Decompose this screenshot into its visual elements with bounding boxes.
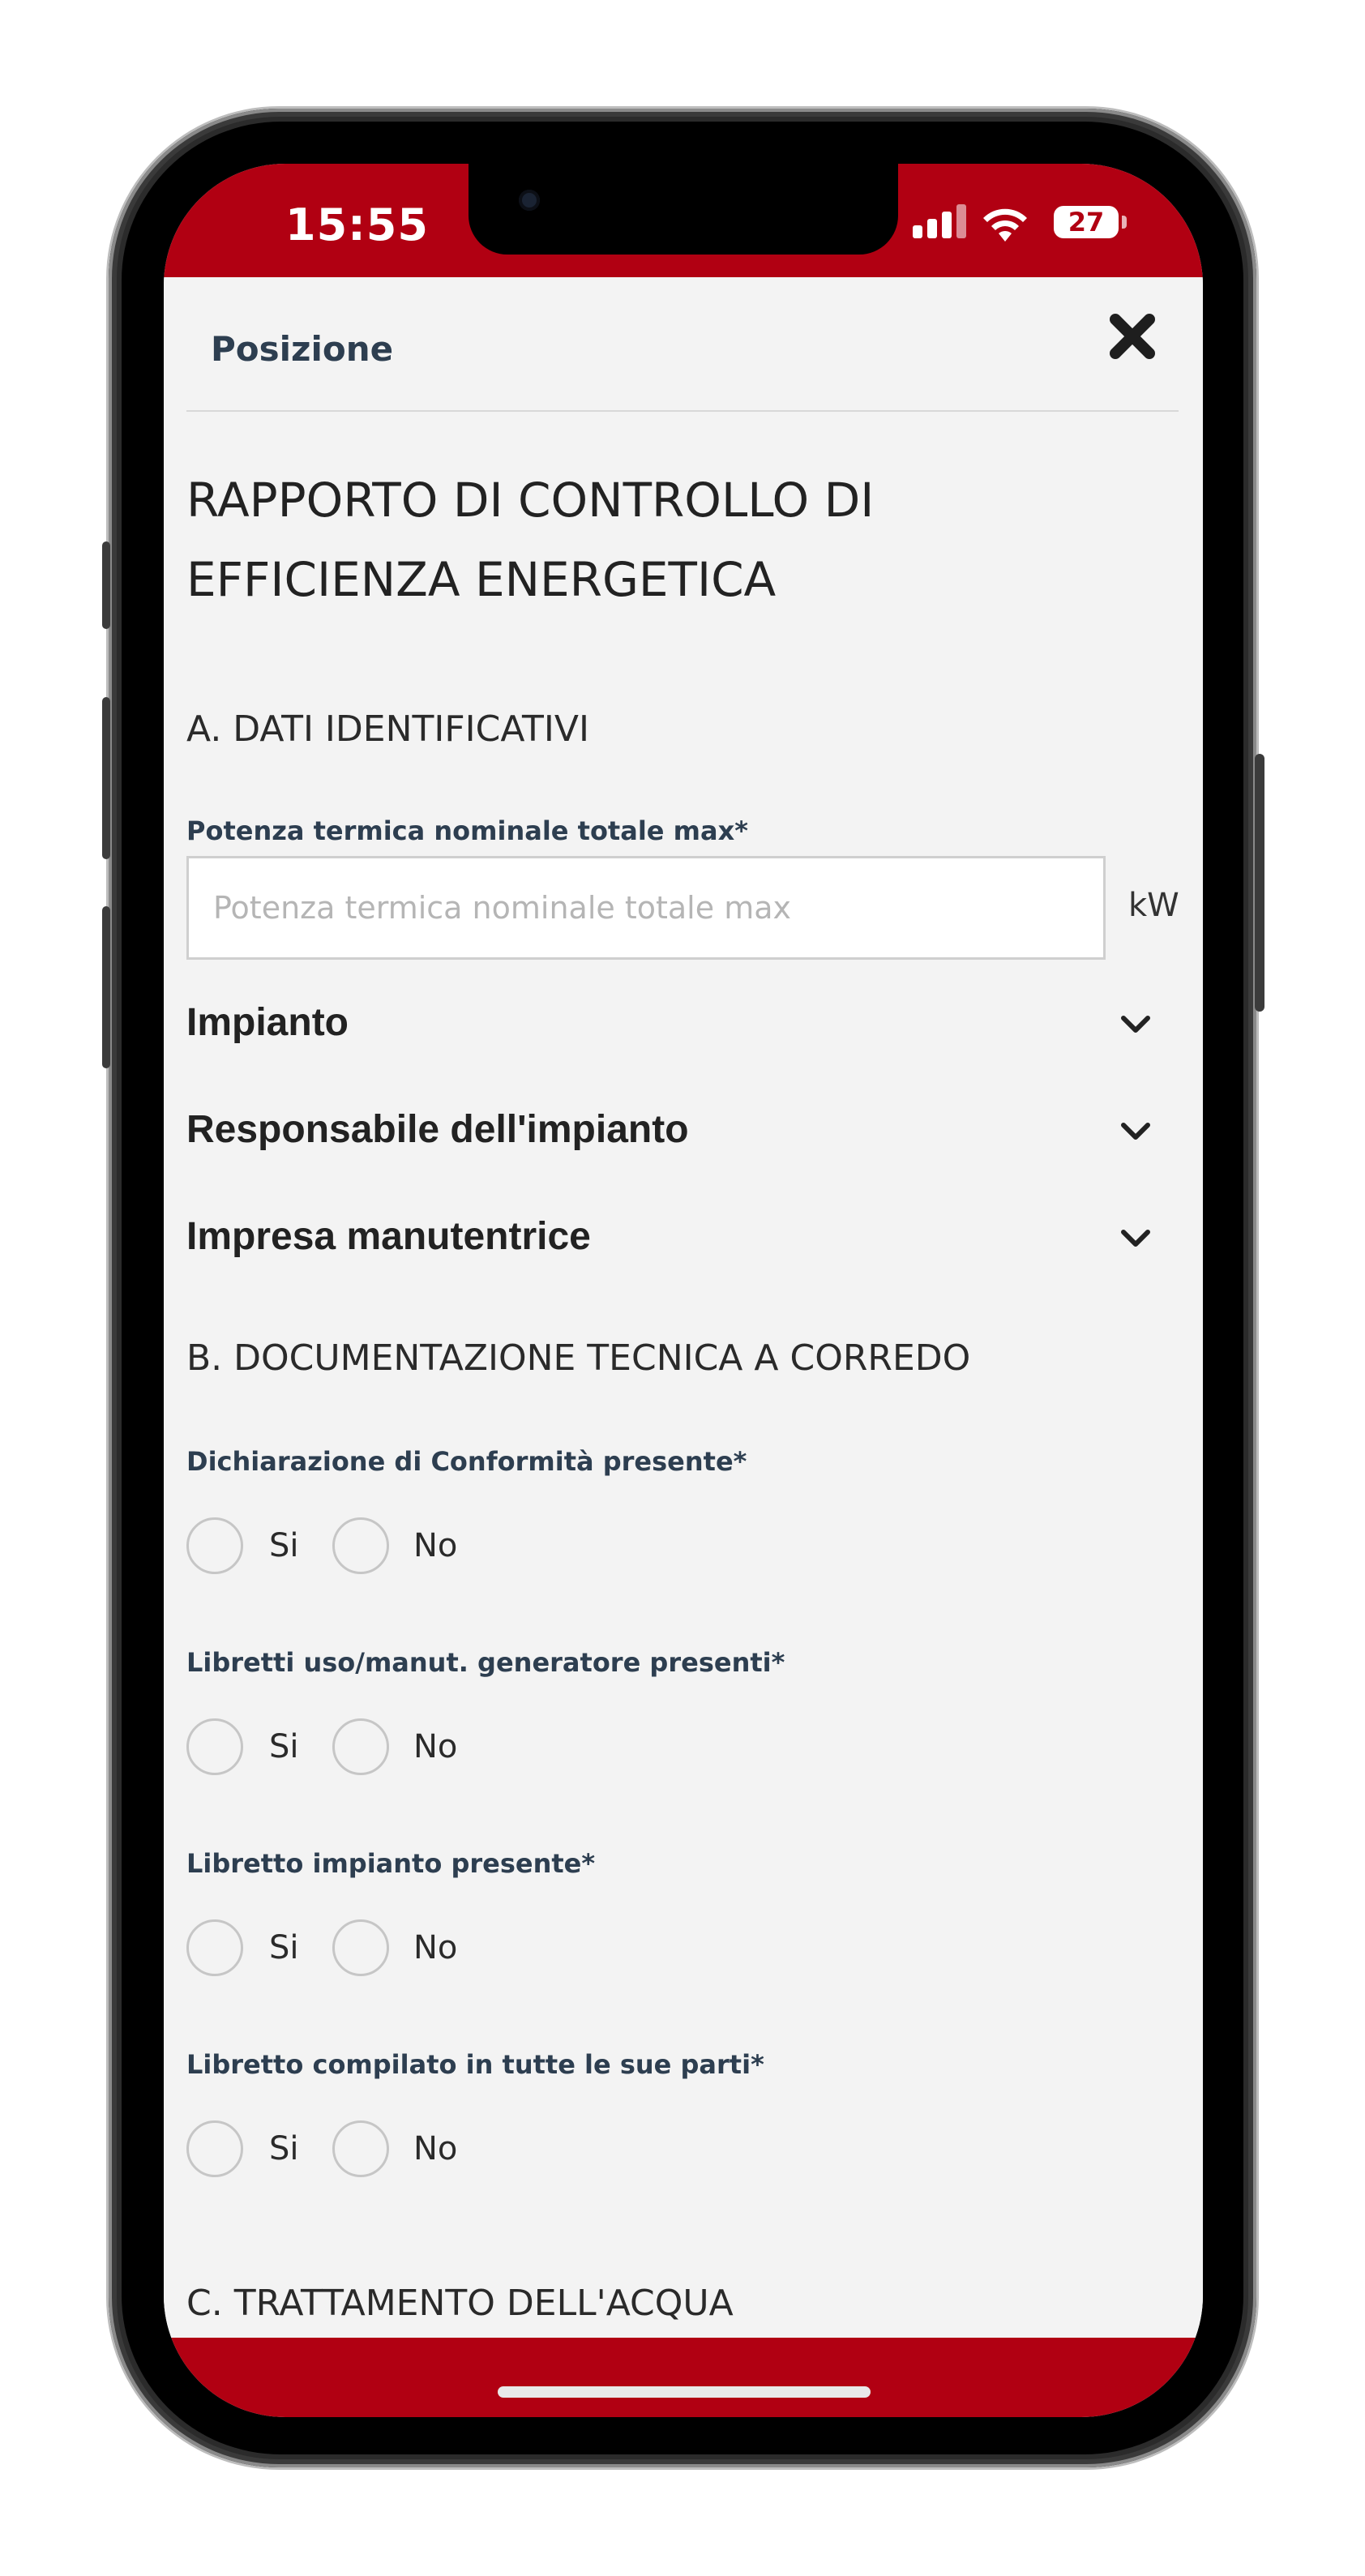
chevron-down-icon — [1121, 1230, 1150, 1247]
radio-si-label: Si — [269, 1527, 299, 1564]
radio-no[interactable] — [332, 1919, 389, 1976]
status-bar: 15:55 27 — [164, 164, 1203, 277]
radio-si[interactable] — [186, 1718, 243, 1775]
power-button — [1255, 754, 1264, 1012]
accordion-impresa[interactable]: Impresa manutentrice — [186, 1201, 1180, 1274]
modal-title: Posizione — [211, 329, 394, 369]
radio-si[interactable] — [186, 1919, 243, 1976]
divider — [186, 410, 1179, 412]
screen: 15:55 27 Posizione RAPPORTO DI CONTROLLO… — [164, 164, 1203, 2417]
silent-switch — [102, 541, 110, 629]
radio-no[interactable] — [332, 2120, 389, 2177]
power-unit: kW — [1128, 887, 1179, 924]
section-b-title: B. DOCUMENTAZIONE TECNICA A CORREDO — [186, 1337, 971, 1379]
close-icon[interactable] — [1104, 308, 1161, 365]
radio-no-label: No — [413, 2130, 458, 2167]
battery-icon: 27 — [1054, 206, 1119, 238]
section-a-title: A. DATI IDENTIFICATIVI — [186, 708, 589, 750]
home-indicator[interactable] — [498, 2386, 871, 2398]
front-camera-icon — [519, 190, 540, 211]
question-label: Libretto compilato in tutte le sue parti… — [186, 2049, 764, 2080]
radio-no-label: No — [413, 1929, 458, 1966]
accordion-label: Impianto — [186, 1001, 349, 1044]
power-input[interactable] — [186, 856, 1106, 960]
form-content[interactable]: Posizione RAPPORTO DI CONTROLLO DI EFFIC… — [164, 277, 1203, 2338]
radio-si-label: Si — [269, 1929, 299, 1966]
volume-down-button — [102, 906, 110, 1068]
accordion-responsabile[interactable]: Responsabile dell'impianto — [186, 1094, 1180, 1167]
question-label: Dichiarazione di Conformità presente* — [186, 1446, 747, 1477]
radio-no[interactable] — [332, 1517, 389, 1574]
bottom-bar — [164, 2338, 1203, 2417]
accordion-label: Responsabile dell'impianto — [186, 1108, 689, 1151]
radio-si[interactable] — [186, 2120, 243, 2177]
radio-no-label: No — [413, 1728, 458, 1765]
radio-si-label: Si — [269, 1728, 299, 1765]
section-c-title: C. TRATTAMENTO DELL'ACQUA — [186, 2283, 734, 2324]
radio-si-label: Si — [269, 2130, 299, 2167]
volume-up-button — [102, 697, 110, 859]
chevron-down-icon — [1121, 1016, 1150, 1033]
power-field-label: Potenza termica nominale totale max* — [186, 815, 748, 846]
radio-si[interactable] — [186, 1517, 243, 1574]
question-label: Libretti uso/manut. generatore presenti* — [186, 1647, 785, 1678]
notch — [469, 164, 898, 255]
battery-nub — [1122, 216, 1127, 229]
radio-no-label: No — [413, 1527, 458, 1564]
radio-no[interactable] — [332, 1718, 389, 1775]
page-title: RAPPORTO DI CONTROLLO DI EFFICIENZA ENER… — [186, 473, 875, 607]
accordion-impianto[interactable]: Impianto — [186, 987, 1180, 1060]
accordion-label: Impresa manutentrice — [186, 1215, 591, 1258]
chevron-down-icon — [1121, 1123, 1150, 1140]
status-time: 15:55 — [285, 199, 429, 250]
question-label: Libretto impianto presente* — [186, 1848, 596, 1879]
wifi-icon — [983, 208, 1027, 242]
